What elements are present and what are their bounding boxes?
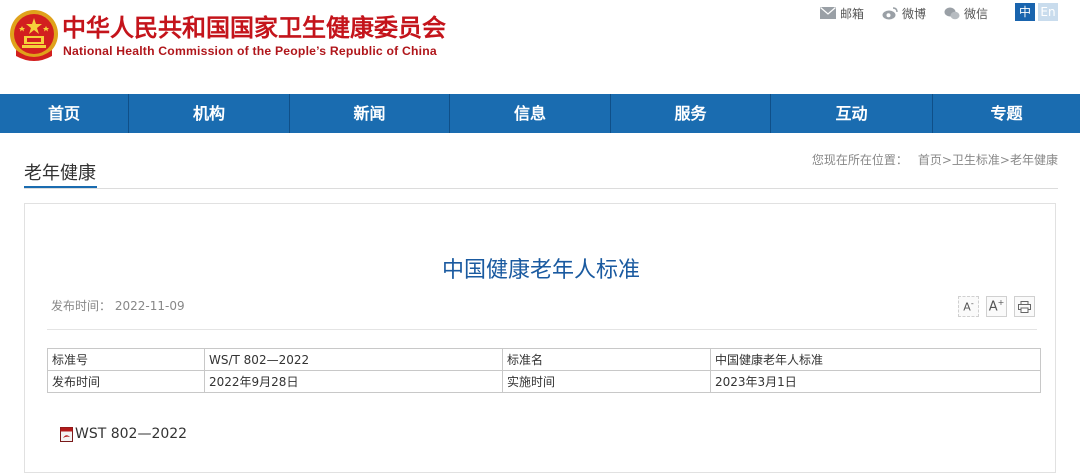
publish-date-label: 发布时间： [51, 299, 112, 313]
print-button[interactable] [1014, 296, 1035, 317]
table-cell-value: 2023年3月1日 [710, 370, 1041, 393]
publish-date-value: 2022-11-09 [114, 299, 185, 313]
weibo-link[interactable]: 微博 [882, 5, 926, 22]
nav-item-news[interactable]: 新闻 [290, 94, 450, 133]
nav-item-home[interactable]: 首页 [0, 94, 129, 133]
lang-chinese-button[interactable]: 中 [1015, 3, 1035, 21]
breadcrumb-current[interactable]: 老年健康 [1010, 153, 1058, 167]
table-cell-label: 发布时间 [47, 370, 205, 393]
table-cell-label: 实施时间 [502, 370, 711, 393]
font-increase-button[interactable]: A+ [986, 296, 1007, 317]
nav-item-topics[interactable]: 专题 [933, 94, 1080, 133]
breadcrumb: 您现在所在位置： 首页>卫生标准>老年健康 [812, 151, 1058, 168]
table-cell-value: WS/T 802—2022 [204, 348, 503, 371]
table-cell-label: 标准号 [47, 348, 205, 371]
table-cell-value: 中国健康老年人标准 [710, 348, 1041, 371]
table-cell-label: 标准名 [502, 348, 711, 371]
main-nav: 首页 机构 新闻 信息 服务 互动 专题 [0, 94, 1080, 133]
table-row: 发布时间 2022年9月28日 实施时间 2023年3月1日 [47, 370, 1041, 393]
site-header: 中华人民共和国国家卫生健康委员会 National Health Commiss… [0, 0, 1080, 94]
table-row: 标准号 WS/T 802—2022 标准名 中国健康老年人标准 [47, 348, 1041, 371]
font-decrease-button[interactable]: A- [958, 296, 979, 317]
attachment-name: WST 802—2022 [75, 426, 188, 442]
article-container: 中国健康老年人标准 发布时间： 2022-11-09 A- A+ 标准号 WS/… [24, 203, 1056, 473]
nav-item-services[interactable]: 服务 [611, 94, 771, 133]
mail-link-label: 邮箱 [840, 6, 865, 21]
standard-info-table: 标准号 WS/T 802—2022 标准名 中国健康老年人标准 发布时间 202… [47, 348, 1041, 393]
national-emblem-icon[interactable] [8, 6, 60, 64]
breadcrumb-home[interactable]: 首页 [918, 153, 942, 167]
wechat-icon [944, 7, 960, 19]
article-divider [47, 329, 1037, 330]
mail-icon [820, 7, 836, 19]
section-divider [24, 188, 1058, 189]
nav-item-organization[interactable]: 机构 [129, 94, 290, 133]
weibo-icon [882, 6, 898, 19]
site-title-english[interactable]: National Health Commission of the People… [63, 44, 437, 58]
site-title-chinese[interactable]: 中华人民共和国国家卫生健康委员会 [62, 8, 446, 43]
breadcrumb-separator-icon: > [941, 153, 952, 167]
article-title: 中国健康老年人标准 [441, 258, 640, 283]
article-tools: A- A+ [951, 296, 1035, 317]
publish-date: 发布时间： 2022-11-09 [51, 297, 185, 314]
wechat-link-label: 微信 [964, 6, 989, 21]
pdf-file-icon [60, 426, 73, 442]
mail-link[interactable]: 邮箱 [820, 5, 864, 22]
print-icon [1018, 300, 1031, 313]
font-decrease-icon: A- [963, 299, 974, 314]
wechat-link[interactable]: 微信 [944, 5, 988, 22]
breadcrumb-separator-icon: > [999, 153, 1010, 167]
nav-item-information[interactable]: 信息 [450, 94, 611, 133]
top-links: 邮箱 微博 微信 [820, 4, 1006, 22]
section-title: 老年健康 [24, 163, 96, 184]
nav-item-interaction[interactable]: 互动 [771, 94, 933, 133]
font-increase-icon: A+ [988, 298, 1005, 315]
table-cell-value: 2022年9月28日 [204, 370, 503, 393]
weibo-link-label: 微博 [902, 6, 927, 21]
breadcrumb-label: 您现在所在位置： [811, 153, 908, 167]
breadcrumb-standards[interactable]: 卫生标准 [952, 153, 1000, 167]
lang-english-button[interactable]: En [1038, 3, 1058, 21]
attachment-link[interactable]: WST 802—2022 [60, 426, 187, 442]
